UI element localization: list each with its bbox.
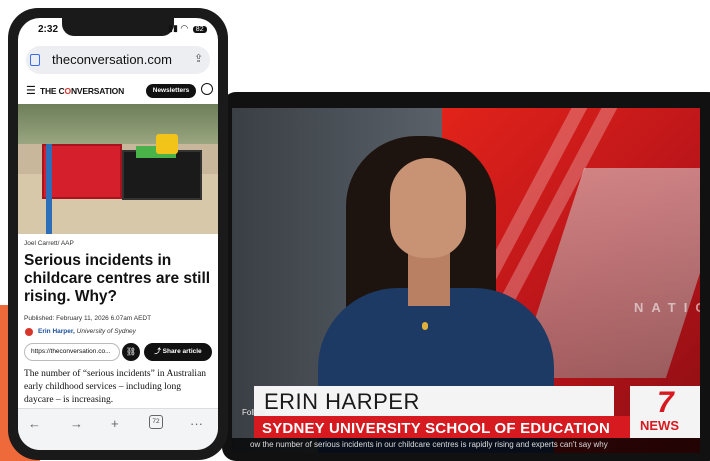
published-date: Published: February 11, 2026 6.07am AEDT: [24, 315, 152, 322]
site-logo[interactable]: THE CONVERSATION: [40, 86, 124, 96]
newsletters-button[interactable]: Newsletters: [146, 84, 196, 98]
presenter-face: [390, 158, 466, 258]
chevron-down-icon[interactable]: [25, 328, 33, 336]
channel-logo-number: 7: [657, 386, 674, 419]
forward-arrow-icon[interactable]: →: [70, 416, 83, 431]
copy-link-button[interactable]: ⛓: [122, 343, 140, 361]
lower-third-name: ERIN HARPER: [264, 389, 420, 414]
article-hero-image: [18, 104, 218, 234]
news-ticker-text: ow the number of serious incidents in ou…: [250, 440, 608, 449]
share-article-button[interactable]: ⤴ Share article: [144, 343, 212, 361]
article-headline: Serious incidents in childcare centres a…: [24, 252, 211, 305]
tabs-count-icon[interactable]: 72: [149, 415, 163, 429]
channel-logo-name: NEWS: [640, 418, 679, 433]
promo-composite: NATIO ERIN HARPER SYDNEY UNIVERSITY SCHO…: [0, 0, 710, 461]
lower-third-title: SYDNEY UNIVERSITY SCHOOL OF EDUCATION: [262, 420, 611, 437]
photo-credit: Joel Carrett/ AAP: [24, 240, 74, 247]
wifi-icon: ◠: [180, 23, 189, 33]
necklace: [422, 322, 428, 330]
backdrop-text: NATIO: [634, 300, 700, 315]
more-menu-icon[interactable]: ···: [190, 416, 203, 431]
status-icons: ▮▮ ◠ 82: [168, 23, 207, 34]
tv-news-screen: NATIO ERIN HARPER SYDNEY UNIVERSITY SCHO…: [232, 108, 700, 453]
signal-icon: ▮▮: [168, 23, 178, 33]
article-body: The number of “serious incidents” in Aus…: [24, 369, 207, 405]
follow-label: Follow: [242, 408, 266, 417]
url-text[interactable]: theconversation.com: [52, 52, 172, 67]
status-time: 2:32: [38, 24, 59, 35]
account-icon[interactable]: [201, 83, 213, 95]
hamburger-menu-icon[interactable]: ☰: [26, 84, 36, 97]
phone-screen: 2:32 ▮▮ ◠ 82 theconversation.com ⇪ ☰ THE…: [18, 18, 218, 450]
phone-notch: [62, 18, 174, 36]
share-icon[interactable]: ⇪: [194, 52, 203, 65]
author-byline[interactable]: Erin Harper, University of Sydney: [38, 328, 136, 335]
new-tab-icon[interactable]: +: [111, 416, 119, 431]
back-arrow-icon[interactable]: ←: [28, 416, 41, 431]
battery-icon: 82: [192, 26, 207, 33]
tab-icon[interactable]: [30, 54, 40, 66]
share-link-field[interactable]: https://theconversation.co...: [24, 343, 120, 361]
